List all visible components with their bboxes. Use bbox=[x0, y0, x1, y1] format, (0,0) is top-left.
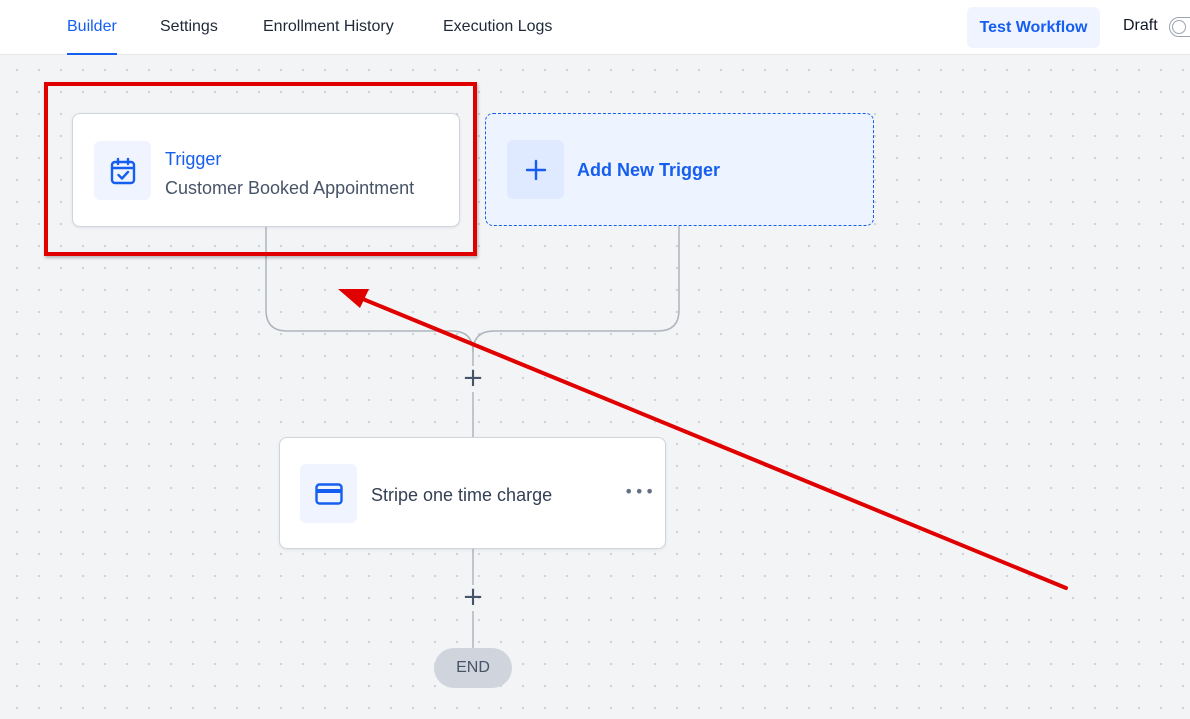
trigger-icon-box bbox=[94, 141, 151, 200]
toggle-knob bbox=[1172, 20, 1186, 34]
action-icon-box bbox=[300, 464, 357, 523]
add-trigger-icon-box bbox=[507, 140, 564, 199]
tab-builder[interactable]: Builder bbox=[67, 0, 117, 55]
add-new-trigger-button[interactable]: Add New Trigger bbox=[485, 113, 874, 226]
top-nav: Builder Settings Enrollment History Exec… bbox=[0, 0, 1190, 55]
trigger-card[interactable]: Trigger Customer Booked Appointment bbox=[72, 113, 460, 227]
calendar-check-icon bbox=[110, 157, 135, 184]
add-step-button[interactable]: + bbox=[461, 365, 485, 391]
add-trigger-label: Add New Trigger bbox=[577, 160, 721, 180]
action-label: Stripe one time charge bbox=[371, 485, 553, 505]
trigger-subtitle: Customer Booked Appointment bbox=[165, 178, 415, 198]
tab-settings[interactable]: Settings bbox=[160, 0, 218, 55]
trigger-title: Trigger bbox=[165, 149, 222, 169]
tab-enrollment-history[interactable]: Enrollment History bbox=[263, 0, 394, 55]
test-workflow-button[interactable]: Test Workflow bbox=[967, 7, 1100, 48]
add-step-button[interactable]: + bbox=[461, 584, 485, 610]
plus-icon bbox=[525, 159, 546, 180]
status-label: Draft bbox=[1123, 17, 1158, 34]
end-node: END bbox=[434, 648, 512, 688]
publish-toggle[interactable] bbox=[1169, 17, 1190, 37]
more-options-icon[interactable]: ••• bbox=[624, 482, 655, 501]
tab-execution-logs[interactable]: Execution Logs bbox=[443, 0, 552, 55]
action-card[interactable]: Stripe one time charge ••• bbox=[279, 437, 666, 549]
credit-card-icon bbox=[314, 482, 343, 505]
